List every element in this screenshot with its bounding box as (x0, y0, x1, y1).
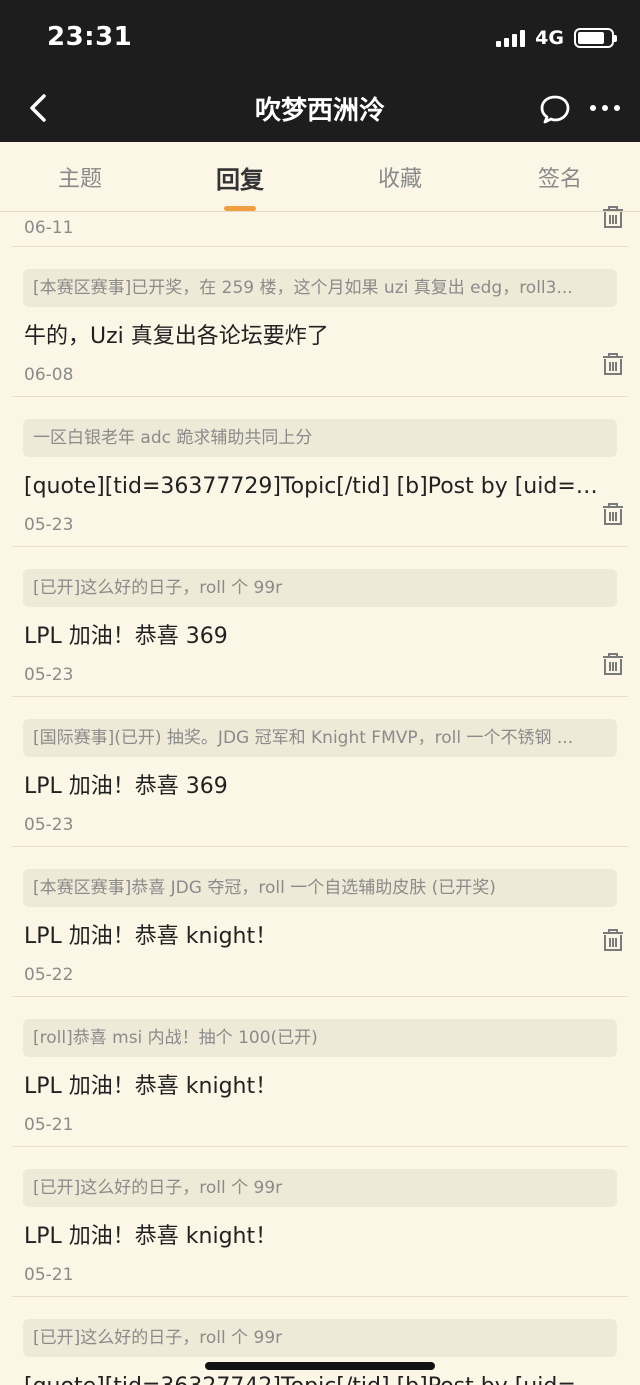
home-indicator[interactable] (205, 1362, 435, 1370)
topic-title[interactable]: [已开]这么好的日子，roll 个 99r (23, 1319, 617, 1357)
reply-date: 05-23 (24, 665, 74, 685)
top-bar: 23:31 4G 吹梦西洲泠 (0, 0, 640, 142)
reply-date: 05-22 (24, 965, 74, 985)
reply-content: 牛的，Uzi 真复出各论坛要炸了 (24, 324, 329, 349)
list-item[interactable]: [已开]这么好的日子，roll 个 99r LPL 加油！恭喜 369 05-2… (12, 547, 628, 697)
list-item[interactable]: [国际赛事](已开) 抽奖。JDG 冠军和 Knight FMVP，roll 一… (12, 697, 628, 847)
reply-content: LPL 加油！恭喜 knight！ (24, 1074, 278, 1099)
trash-icon (603, 929, 623, 951)
reply-list: 06-11 [本赛区赛事]已开奖，在 259 楼，这个月如果 uzi 真复出 e… (0, 206, 640, 1385)
battery-icon (574, 28, 617, 48)
tab-replies[interactable]: 回复 (160, 142, 320, 212)
trash-icon (603, 206, 623, 228)
topic-title[interactable]: 一区白银老年 adc 跪求辅助共同上分 (23, 419, 617, 457)
topic-title[interactable]: [本赛区赛事]恭喜 JDG 夺冠，roll 一个自选辅助皮肤 (已开奖) (23, 869, 617, 907)
chat-button[interactable] (538, 92, 572, 126)
topic-title[interactable]: [国际赛事](已开) 抽奖。JDG 冠军和 Knight FMVP，roll 一… (23, 719, 617, 757)
trash-icon (603, 353, 623, 375)
more-dots-icon (590, 105, 620, 111)
status-time: 23:31 (47, 22, 133, 52)
chat-bubble-icon (540, 95, 570, 124)
list-item[interactable]: 一区白银老年 adc 跪求辅助共同上分 [quote][tid=36377729… (12, 397, 628, 547)
more-button[interactable] (588, 96, 622, 120)
signal-icon (496, 29, 526, 47)
list-item[interactable]: 06-11 (12, 206, 628, 247)
network-type: 4G (535, 27, 564, 49)
list-item[interactable]: [本赛区赛事]恭喜 JDG 夺冠，roll 一个自选辅助皮肤 (已开奖) LPL… (12, 847, 628, 997)
trash-icon (603, 653, 623, 675)
list-item[interactable]: [roll]恭喜 msi 内战！抽个 100(已开) LPL 加油！恭喜 kni… (12, 997, 628, 1147)
trash-icon (603, 503, 623, 525)
tab-topics[interactable]: 主题 (0, 142, 160, 212)
delete-button[interactable] (601, 927, 625, 953)
delete-button[interactable] (601, 351, 625, 377)
reply-content: LPL 加油！恭喜 knight！ (24, 924, 278, 949)
list-item[interactable]: [已开]这么好的日子，roll 个 99r [quote][tid=363277… (12, 1297, 628, 1385)
reply-content: LPL 加油！恭喜 369 (24, 774, 228, 799)
delete-button[interactable] (601, 204, 625, 230)
reply-content: LPL 加油！恭喜 knight！ (24, 1224, 278, 1249)
topic-title[interactable]: [roll]恭喜 msi 内战！抽个 100(已开) (23, 1019, 617, 1057)
tab-signature[interactable]: 签名 (480, 142, 640, 212)
list-item[interactable]: [已开]这么好的日子，roll 个 99r LPL 加油！恭喜 knight！ … (12, 1147, 628, 1297)
reply-content: [quote][tid=36327742]Topic[/tid] [b]Post… (24, 1372, 608, 1385)
reply-date: 05-23 (24, 515, 74, 535)
reply-date: 06-11 (24, 218, 74, 238)
reply-date: 05-23 (24, 815, 74, 835)
reply-date: 05-21 (24, 1265, 74, 1285)
topic-title[interactable]: [已开]这么好的日子，roll 个 99r (23, 569, 617, 607)
topic-title[interactable]: [本赛区赛事]已开奖，在 259 楼，这个月如果 uzi 真复出 edg，rol… (23, 269, 617, 307)
tab-bar: 主题 回复 收藏 签名 (0, 142, 640, 212)
reply-date: 05-21 (24, 1115, 74, 1135)
active-tab-indicator (224, 206, 256, 211)
reply-content: LPL 加油！恭喜 369 (24, 624, 228, 649)
topic-title[interactable]: [已开]这么好的日子，roll 个 99r (23, 1169, 617, 1207)
reply-content: [quote][tid=36377729]Topic[/tid] [b]Post… (24, 474, 608, 499)
tab-favorites[interactable]: 收藏 (320, 142, 480, 212)
status-indicators: 4G (496, 27, 617, 49)
delete-button[interactable] (601, 501, 625, 527)
reply-date: 06-08 (24, 365, 74, 385)
list-item[interactable]: [本赛区赛事]已开奖，在 259 楼，这个月如果 uzi 真复出 edg，rol… (12, 247, 628, 397)
delete-button[interactable] (601, 651, 625, 677)
